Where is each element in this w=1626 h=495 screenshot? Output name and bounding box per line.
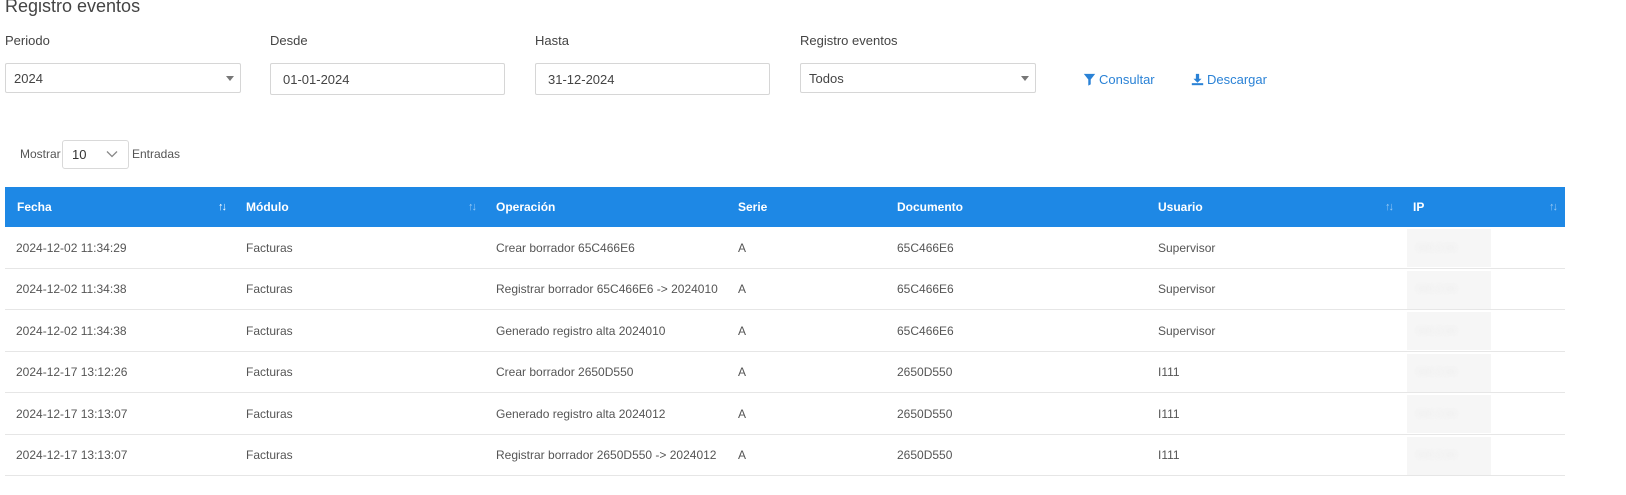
column-header-ip[interactable]: IP xyxy=(1413,187,1424,227)
cell-documento: 2650D550 xyxy=(897,365,953,379)
desde-label: Desde xyxy=(270,33,308,48)
cell-ip-redacted: 000.0.00 xyxy=(1407,270,1491,309)
page-title: Registro eventos xyxy=(5,0,141,16)
periodo-select[interactable]: 2024 xyxy=(5,63,241,93)
cell-operacion: Generado registro alta 2024012 xyxy=(496,406,666,421)
cell-ip-redacted: 000.0.00 xyxy=(1407,229,1491,267)
consultar-label: Consultar xyxy=(1099,72,1155,87)
cell-usuario: I111 xyxy=(1158,448,1180,462)
cell-usuario: I111 xyxy=(1158,406,1180,421)
table-row: 2024-12-17 13:13:07 Facturas Registrar b… xyxy=(5,435,1565,476)
cell-serie: A xyxy=(738,365,747,379)
desde-date-input[interactable]: 01-01-2024 xyxy=(270,63,505,95)
cell-ip-redacted: 000.0.00 xyxy=(1407,353,1491,392)
cell-modulo: Facturas xyxy=(246,323,293,338)
caret-down-icon xyxy=(226,76,234,81)
cell-ip-redacted: 000.0.00 xyxy=(1407,395,1491,433)
cell-modulo: Facturas xyxy=(246,406,293,421)
cell-documento: 65C466E6 xyxy=(897,323,954,338)
cell-fecha: 2024-12-02 11:34:38 xyxy=(16,282,127,296)
entries-value: 10 xyxy=(72,147,87,162)
cell-serie: A xyxy=(738,406,747,421)
cell-fecha: 2024-12-17 13:13:07 xyxy=(16,406,128,421)
cell-operacion: Crear borrador 2650D550 xyxy=(496,365,634,379)
cell-fecha: 2024-12-17 13:12:26 xyxy=(16,365,128,379)
hasta-date-input[interactable]: 31-12-2024 xyxy=(535,63,770,95)
cell-modulo: Facturas xyxy=(246,282,293,296)
filter-icon xyxy=(1083,73,1096,86)
entries-per-page-select[interactable]: 10 xyxy=(62,140,129,169)
cell-usuario: Supervisor xyxy=(1158,282,1216,296)
cell-operacion: Crear borrador 65C466E6 xyxy=(496,240,635,255)
cell-serie: A xyxy=(738,323,747,338)
cell-ip-redacted: 000.0.00 xyxy=(1407,436,1491,475)
cell-serie: A xyxy=(738,240,747,255)
cell-serie: A xyxy=(738,282,747,296)
sort-icon[interactable]: ↑↓ xyxy=(468,201,477,213)
periodo-label: Periodo xyxy=(5,33,50,48)
periodo-value: 2024 xyxy=(14,70,43,86)
table-row: 2024-12-17 13:13:07 Facturas Generado re… xyxy=(5,393,1565,435)
cell-ip-redacted: 000.0.00 xyxy=(1407,312,1491,350)
table-header: Fecha ↑↓ Módulo ↑↓ Operación Serie Docum… xyxy=(5,187,1565,227)
column-header-operacion: Operación xyxy=(496,200,556,214)
cell-operacion: Registrar borrador 65C466E6 -> 2024010 xyxy=(496,282,718,296)
registro-eventos-select[interactable]: Todos xyxy=(800,63,1036,93)
cell-modulo: Facturas xyxy=(246,365,293,379)
sort-icon[interactable]: ↑↓ xyxy=(1549,201,1558,213)
cell-operacion: Generado registro alta 2024010 xyxy=(496,323,666,338)
cell-documento: 2650D550 xyxy=(897,448,953,462)
download-icon xyxy=(1191,73,1204,86)
table-row: 2024-12-02 11:34:38 Facturas Generado re… xyxy=(5,310,1565,352)
cell-fecha: 2024-12-02 11:34:38 xyxy=(16,323,127,338)
hasta-value: 31-12-2024 xyxy=(548,71,615,87)
cell-usuario: I111 xyxy=(1158,365,1180,379)
cell-modulo: Facturas xyxy=(246,448,293,462)
descargar-label: Descargar xyxy=(1207,72,1267,87)
registro-eventos-value: Todos xyxy=(809,70,844,86)
descargar-button[interactable]: Descargar xyxy=(1191,72,1267,87)
sort-icon[interactable]: ↑↓ xyxy=(218,201,227,213)
table-row: 2024-12-02 11:34:29 Facturas Crear borra… xyxy=(5,227,1565,269)
column-header-usuario[interactable]: Usuario xyxy=(1158,187,1203,227)
cell-usuario: Supervisor xyxy=(1158,323,1216,338)
cell-fecha: 2024-12-17 13:13:07 xyxy=(16,448,128,462)
column-header-documento: Documento xyxy=(897,200,963,214)
cell-serie: A xyxy=(738,448,747,462)
hasta-label: Hasta xyxy=(535,33,569,48)
column-header-serie: Serie xyxy=(738,200,768,214)
sort-icon[interactable]: ↑↓ xyxy=(1385,201,1394,213)
consultar-button[interactable]: Consultar xyxy=(1083,72,1155,87)
mostrar-label: Mostrar xyxy=(20,147,61,161)
cell-documento: 65C466E6 xyxy=(897,240,954,255)
cell-documento: 65C466E6 xyxy=(897,282,954,296)
registro-eventos-label: Registro eventos xyxy=(800,33,898,48)
table-row: 2024-12-17 13:12:26 Facturas Crear borra… xyxy=(5,352,1565,393)
table-row: 2024-12-02 11:34:38 Facturas Registrar b… xyxy=(5,269,1565,310)
column-header-fecha[interactable]: Fecha xyxy=(17,187,52,227)
column-header-modulo[interactable]: Módulo xyxy=(246,187,289,227)
cell-operacion: Registrar borrador 2650D550 -> 2024012 xyxy=(496,448,717,462)
desde-value: 01-01-2024 xyxy=(283,71,350,87)
cell-usuario: Supervisor xyxy=(1158,240,1216,255)
entradas-label: Entradas xyxy=(132,147,181,161)
chevron-down-icon xyxy=(106,151,118,158)
cell-fecha: 2024-12-02 11:34:29 xyxy=(16,240,127,255)
cell-documento: 2650D550 xyxy=(897,406,953,421)
events-table: Fecha ↑↓ Módulo ↑↓ Operación Serie Docum… xyxy=(5,187,1565,476)
cell-modulo: Facturas xyxy=(246,240,293,255)
event-log-page: Registro eventos Periodo Desde Hasta Reg… xyxy=(0,0,1626,495)
caret-down-icon xyxy=(1021,76,1029,81)
